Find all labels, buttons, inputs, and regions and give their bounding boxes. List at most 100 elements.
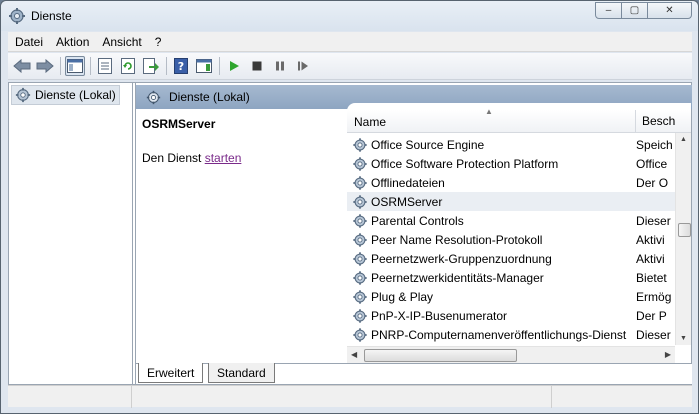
export-list-button[interactable] [141, 56, 161, 76]
vertical-scroll-thumb[interactable] [678, 223, 691, 237]
pause-service-button[interactable] [270, 56, 290, 76]
tab-standard[interactable]: Standard [208, 363, 275, 383]
gear-icon [9, 8, 25, 24]
resume-service-button[interactable] [293, 56, 313, 76]
status-cell [552, 386, 692, 408]
menu-ansicht[interactable]: Ansicht [95, 35, 147, 49]
service-gear-icon [353, 251, 367, 266]
toolbar-separator [166, 57, 167, 75]
service-gear-icon [353, 270, 367, 285]
services-list: ▲ Name Besch Office Source Engine Speich O… [347, 103, 691, 363]
service-gear-icon [353, 308, 367, 323]
service-description: Bietet [636, 270, 667, 285]
stop-service-icon [252, 61, 262, 71]
show-hide-console-tree-icon [67, 59, 83, 73]
service-gear-icon [353, 213, 367, 228]
services-pane: Dienste (Lokal) OSRMServer Den Dienst st… [135, 83, 692, 384]
toolbar-separator [219, 57, 220, 75]
service-row[interactable]: Offlinedateien Der O [347, 173, 675, 192]
start-service-link[interactable]: starten [205, 151, 242, 165]
service-description: Dieser [636, 213, 671, 228]
list-header: ▲ Name Besch [347, 107, 691, 133]
service-row[interactable]: Office Source Engine Speich [347, 135, 675, 154]
properties-button[interactable] [95, 56, 115, 76]
column-header-description[interactable]: Besch [635, 110, 675, 133]
tab-erweitert[interactable]: Erweitert [138, 363, 204, 383]
refresh-icon [121, 58, 135, 74]
show-hide-tree-button[interactable] [65, 56, 85, 76]
service-row[interactable]: PNRP-Computernamenveröffentlichungs-Dien… [347, 325, 675, 344]
refresh-button[interactable] [118, 56, 138, 76]
window-title: Dienste [31, 9, 72, 23]
service-action-text: Den Dienst starten [142, 151, 241, 165]
start-service-button[interactable] [224, 56, 244, 76]
menu-bar: Datei Aktion Ansicht ? [8, 32, 692, 52]
service-gear-icon [353, 194, 367, 209]
service-row[interactable]: Office Software Protection Platform Offic… [347, 154, 675, 173]
help-button[interactable]: ? [171, 56, 191, 76]
service-gear-icon [353, 137, 367, 152]
vertical-scrollbar[interactable]: ▲ ▼ [675, 133, 691, 345]
service-name: Peernetzwerkidentitäts-Manager [371, 270, 544, 285]
stop-service-button[interactable] [247, 56, 267, 76]
service-name: Office Source Engine [371, 137, 485, 152]
svg-text:?: ? [178, 60, 184, 73]
gear-icon [146, 90, 161, 104]
gear-icon [15, 87, 31, 103]
minimize-button[interactable]: – [595, 2, 622, 19]
main-content: Dienste (Lokal) Dienste (Lokal) OSRMServ… [8, 82, 692, 385]
service-name: PnP-X-IP-Busenumerator [371, 308, 508, 323]
scroll-right-icon[interactable]: ▶ [665, 350, 671, 359]
menu-help[interactable]: ? [148, 35, 168, 49]
service-name: Plug & Play [371, 289, 434, 304]
service-row[interactable]: PnP-X-IP-Busenumerator Der P [347, 306, 675, 325]
column-header-name[interactable]: Name [354, 115, 386, 129]
export-list-icon [143, 58, 159, 74]
close-button[interactable]: ✕ [647, 2, 692, 19]
service-description: Speich [636, 137, 673, 152]
service-description: Office [636, 156, 668, 171]
horizontal-scroll-thumb[interactable] [364, 349, 517, 362]
scroll-left-icon[interactable]: ◀ [351, 350, 357, 359]
service-row[interactable]: Parental Controls Dieser [347, 211, 675, 230]
menu-aktion[interactable]: Aktion [49, 35, 95, 49]
pause-service-icon [276, 61, 284, 71]
service-row[interactable]: Peernetzwerk-Gruppenzuordnung Aktivi [347, 249, 675, 268]
menu-datei[interactable]: Datei [8, 35, 49, 49]
horizontal-scrollbar[interactable]: ◀ ▶ [347, 346, 675, 363]
title-bar[interactable]: Dienste – ▢ ✕ [1, 1, 698, 31]
back-button[interactable] [12, 56, 32, 76]
properties-icon [98, 58, 112, 74]
service-row[interactable]: OSRMServer [347, 192, 675, 211]
service-description: Dieser [636, 327, 671, 342]
service-row[interactable]: Peer Name Resolution-Protokoll Aktivi [347, 230, 675, 249]
service-gear-icon [353, 289, 367, 304]
scroll-up-icon[interactable]: ▲ [680, 136, 687, 143]
scroll-down-icon[interactable]: ▼ [680, 335, 687, 342]
service-row[interactable]: Peernetzwerkidentitäts-Manager Bietet [347, 268, 675, 287]
action-pane-button[interactable] [194, 56, 214, 76]
service-action-prefix: Den Dienst [142, 151, 205, 165]
service-description: Der O [636, 175, 669, 190]
start-service-icon [230, 61, 239, 71]
maximize-button[interactable]: ▢ [621, 2, 648, 19]
toolbar: ? [8, 53, 692, 80]
tree-node-label: Dienste (Lokal) [35, 88, 116, 102]
service-row[interactable]: Plug & Play Ermög [347, 287, 675, 306]
service-name: Parental Controls [371, 213, 464, 228]
status-cell [132, 386, 552, 408]
console-tree: Dienste (Lokal) [9, 83, 133, 384]
service-name: OSRMServer [371, 194, 443, 209]
forward-icon [36, 59, 54, 73]
service-gear-icon [353, 327, 367, 342]
service-gear-icon [353, 156, 367, 171]
forward-button[interactable] [35, 56, 55, 76]
service-detail: OSRMServer Den Dienst starten [140, 111, 342, 359]
service-description: Der P [636, 308, 667, 323]
pane-header-label: Dienste (Lokal) [169, 90, 250, 104]
service-description: Ermög [636, 289, 672, 304]
tree-node-services-local[interactable]: Dienste (Lokal) [11, 85, 120, 105]
status-cell [8, 386, 132, 408]
service-gear-icon [353, 232, 367, 247]
service-description: Aktivi [636, 251, 665, 266]
